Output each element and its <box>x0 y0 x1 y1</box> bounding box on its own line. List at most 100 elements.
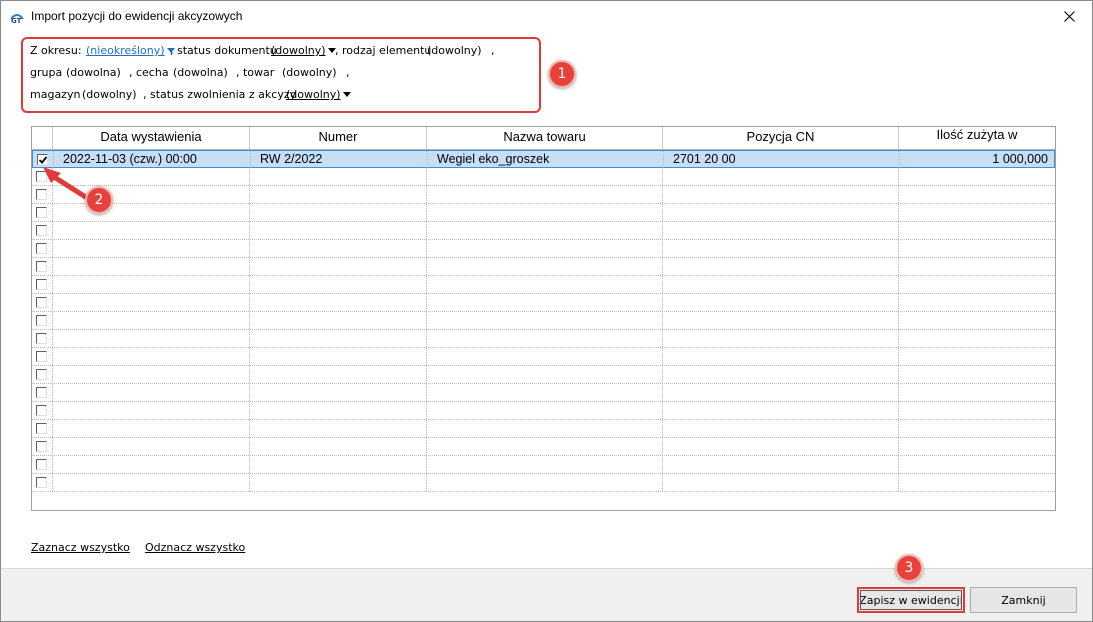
element-type-value[interactable]: (dowolny) <box>427 44 482 57</box>
table-row[interactable] <box>32 258 1055 276</box>
cell-number <box>250 312 427 329</box>
row-checkbox[interactable] <box>36 297 47 308</box>
cell-number <box>250 294 427 311</box>
cell-date <box>53 402 250 419</box>
table-row[interactable] <box>32 222 1055 240</box>
save-to-register-button[interactable]: Zapisz w ewidencji <box>857 587 965 613</box>
row-checkbox[interactable] <box>36 441 47 452</box>
callout-marker-3: 3 <box>895 554 923 582</box>
header-checkbox-column <box>32 127 53 149</box>
row-checkbox[interactable] <box>36 351 47 362</box>
table-row[interactable] <box>32 456 1055 474</box>
cell-qty <box>899 168 1055 185</box>
close-button[interactable]: Zamknij <box>970 587 1077 613</box>
cell-date <box>53 222 250 239</box>
table-row[interactable] <box>32 366 1055 384</box>
doc-status-dropdown[interactable]: (dowolny) <box>271 44 336 57</box>
cell-cn <box>663 402 899 419</box>
row-checkbox[interactable] <box>36 225 47 236</box>
cell-cn <box>663 222 899 239</box>
header-qty[interactable]: Ilość zużyta w <box>899 127 1055 149</box>
header-name[interactable]: Nazwa towaru <box>427 127 663 149</box>
feature-value[interactable]: (dowolna) <box>173 66 228 79</box>
filter-panel: Z okresu: (nieokreślony) , status dokume… <box>21 37 541 113</box>
cell-cn <box>663 186 899 203</box>
goods-label: , towar <box>236 66 275 79</box>
table-row[interactable] <box>32 312 1055 330</box>
table-row[interactable] <box>32 474 1055 492</box>
cell-date <box>53 420 250 437</box>
row-checkbox[interactable] <box>36 459 47 470</box>
table-row[interactable] <box>32 294 1055 312</box>
cell-date <box>53 348 250 365</box>
row-checkbox[interactable] <box>36 477 47 488</box>
table-row[interactable] <box>32 276 1055 294</box>
row-checkbox[interactable] <box>36 315 47 326</box>
close-button-label: Zamknij <box>1001 593 1046 607</box>
cell-date <box>53 474 250 491</box>
cell-date <box>53 330 250 347</box>
row-checkbox[interactable] <box>36 405 47 416</box>
feature-label: , cecha <box>129 66 169 79</box>
cell-cn <box>663 240 899 257</box>
cell-number <box>250 384 427 401</box>
table-row[interactable] <box>32 186 1055 204</box>
row-checkbox[interactable] <box>36 243 47 254</box>
table-row[interactable] <box>32 330 1055 348</box>
cell-cn <box>663 312 899 329</box>
cell-qty <box>899 204 1055 221</box>
cell-cn <box>663 168 899 185</box>
table-row[interactable] <box>32 240 1055 258</box>
table-row[interactable] <box>32 348 1055 366</box>
table-row[interactable] <box>32 420 1055 438</box>
table-row[interactable] <box>32 204 1055 222</box>
cell-name <box>427 438 663 455</box>
cell-date <box>53 240 250 257</box>
goods-comma: , <box>346 66 350 79</box>
row-checkbox[interactable] <box>36 423 47 434</box>
warehouse-label: magazyn <box>30 88 81 101</box>
cell-qty <box>899 186 1055 203</box>
warehouse-value[interactable]: (dowolny) <box>82 88 137 101</box>
cell-qty <box>899 240 1055 257</box>
row-checkbox-cell <box>32 366 53 383</box>
goods-value[interactable]: (dowolny) <box>282 66 337 79</box>
cell-qty <box>899 348 1055 365</box>
header-cn[interactable]: Pozycja CN <box>663 127 899 149</box>
cell-name <box>427 330 663 347</box>
cell-name <box>427 312 663 329</box>
deselect-all-link[interactable]: Odznacz wszystko <box>145 541 245 554</box>
row-checkbox[interactable] <box>36 279 47 290</box>
cell-number <box>250 402 427 419</box>
exemption-dropdown[interactable]: (dowolny) <box>286 88 351 101</box>
cell-name <box>427 456 663 473</box>
group-value[interactable]: (dowolna) <box>66 66 121 79</box>
row-checkbox-cell <box>32 222 53 239</box>
cell-cn <box>663 294 899 311</box>
table-row[interactable] <box>32 438 1055 456</box>
cell-cn <box>663 204 899 221</box>
row-checkbox-cell <box>32 330 53 347</box>
row-checkbox-cell <box>32 240 53 257</box>
row-checkbox[interactable] <box>36 387 47 398</box>
cell-qty <box>899 384 1055 401</box>
select-all-link[interactable]: Zaznacz wszystko <box>31 541 130 554</box>
row-checkbox[interactable] <box>36 261 47 272</box>
row-checkbox[interactable] <box>36 333 47 344</box>
header-number[interactable]: Numer <box>250 127 427 149</box>
table-row[interactable]: 2022-11-03 (czw.) 00:00 RW 2/2022 Wegiel e… <box>32 150 1055 168</box>
button-bar: Zapisz w ewidencji Zamknij <box>1 568 1092 621</box>
window-close-button[interactable] <box>1046 1 1092 32</box>
row-checkbox-cell <box>32 420 53 437</box>
cell-number <box>250 222 427 239</box>
table-row[interactable] <box>32 384 1055 402</box>
row-checkbox[interactable] <box>36 369 47 380</box>
cell-cn <box>663 474 899 491</box>
cell-date <box>53 384 250 401</box>
cell-cn <box>663 456 899 473</box>
table-row[interactable] <box>32 402 1055 420</box>
table-row[interactable] <box>32 168 1055 186</box>
header-date[interactable]: Data wystawienia <box>53 127 250 149</box>
cell-cn <box>663 384 899 401</box>
period-dropdown[interactable]: (nieokreślony) <box>86 44 175 57</box>
